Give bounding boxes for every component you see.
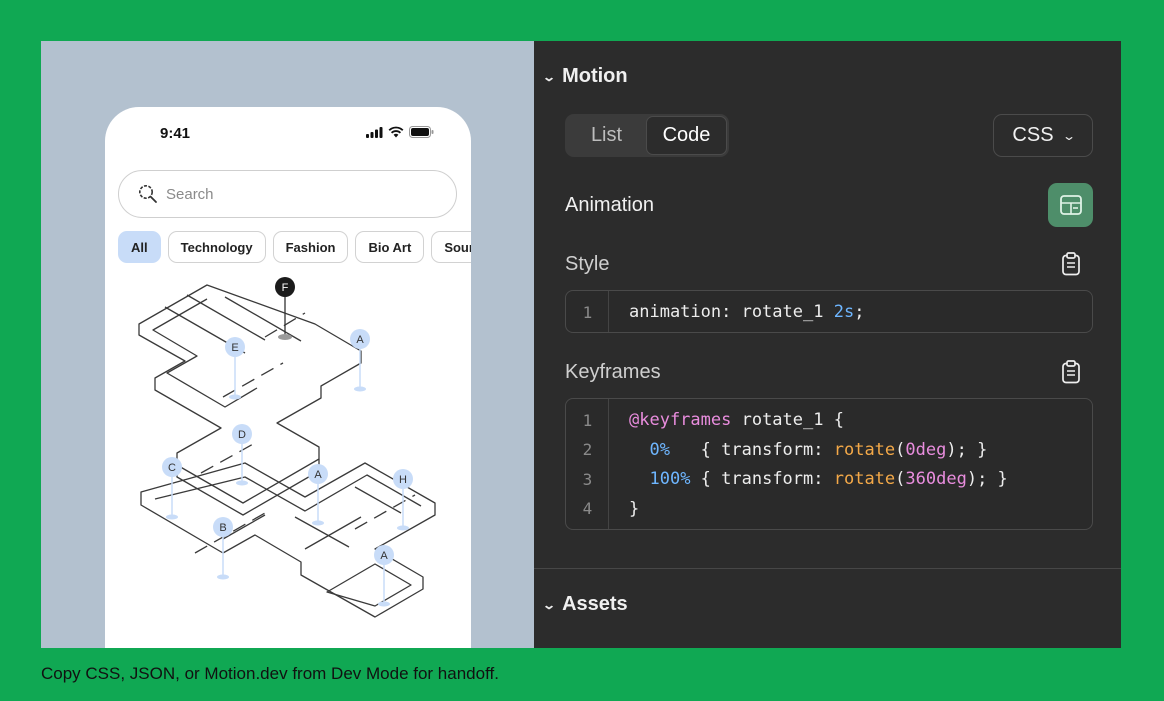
code-token: rotate (833, 469, 896, 489)
code-token: ); } (966, 469, 1008, 489)
pin-label: E (231, 342, 238, 354)
map-path (326, 563, 412, 607)
code-token: ( (895, 469, 906, 489)
code-line: 2 0% { transform: rotate(0deg); } (566, 435, 1092, 465)
view-toggle: List Code (565, 114, 729, 157)
animation-label: Animation (565, 194, 654, 216)
chip-sound[interactable]: Sound (431, 231, 471, 263)
style-label: Style (565, 253, 610, 275)
code-token: rotate_1 { (731, 410, 844, 430)
code-token: 0deg (905, 439, 947, 460)
preview-pane: 9:41 Search All Technology Fashion Bio A… (41, 41, 534, 648)
code-token: @keyframes (629, 410, 732, 430)
section-divider (534, 568, 1121, 569)
line-number: 4 (582, 499, 593, 518)
keyframes-code-block[interactable]: 1 @keyframes rotate_1 { 2 0% { transform: … (565, 398, 1093, 530)
pin-e[interactable]: E (225, 337, 245, 400)
code-token: 0% (649, 439, 670, 460)
pin-a[interactable]: A (308, 464, 328, 526)
dev-mode-panel: ⌄ Motion List Code CSS ⌄ Animation Style… (534, 41, 1121, 648)
map-path (154, 474, 422, 550)
search-placeholder: Search (166, 185, 214, 203)
isometric-map: F E A D C A H B A (138, 277, 436, 618)
pin-d[interactable]: D (232, 424, 252, 486)
code-line: 1 @keyframes rotate_1 { (566, 405, 1092, 435)
tab-list[interactable]: List (567, 116, 646, 155)
code-token: ); } (946, 439, 988, 460)
chip-all[interactable]: All (118, 231, 161, 263)
map-path (140, 462, 436, 618)
code-token: { transform: (690, 469, 834, 489)
motion-title: Motion (562, 65, 628, 87)
category-chips: All Technology Fashion Bio Art Sound (118, 231, 471, 263)
line-number: 1 (582, 410, 593, 430)
pin-label: H (399, 474, 407, 486)
chevron-down-icon: ⌄ (541, 597, 557, 612)
line-number: 1 (582, 302, 593, 322)
chevron-down-icon: ⌄ (1061, 128, 1076, 143)
code-token: } (629, 498, 640, 519)
code-line: 3 100% { transform: rotate(360deg); } (566, 464, 1092, 494)
battery-icon (409, 126, 434, 138)
code-token: 360deg (905, 469, 967, 489)
code-line: 4} (566, 494, 1092, 524)
pin-label: A (356, 334, 364, 346)
animation-preview-button[interactable] (1048, 183, 1093, 227)
language-value: CSS (1012, 124, 1054, 146)
code-text: 100% { transform: rotate(360deg); } (609, 469, 1008, 489)
status-time: 9:41 (160, 125, 191, 142)
line-number: 3 (582, 469, 593, 489)
style-code-block[interactable]: 1 animation: rotate_1 2s; (565, 290, 1093, 333)
search-icon (139, 185, 157, 203)
status-icons (366, 126, 434, 138)
language-select[interactable]: CSS ⌄ (993, 114, 1093, 157)
pin-a[interactable]: A (350, 329, 370, 392)
search-input[interactable]: Search (118, 170, 457, 218)
code-token: ; (854, 302, 865, 322)
code-token: { transform: (669, 439, 834, 460)
tab-code[interactable]: Code (646, 116, 727, 155)
chip-technology[interactable]: Technology (167, 231, 266, 263)
map-path (294, 486, 402, 548)
layout-icon (1059, 195, 1082, 215)
pin-label: D (238, 429, 246, 441)
chip-fashion[interactable]: Fashion (272, 231, 349, 263)
signal-icon (366, 126, 383, 138)
wifi-icon (388, 126, 404, 138)
pin-label: F (282, 282, 289, 294)
copy-clipboard-icon[interactable] (1061, 360, 1081, 384)
code-text: 0% { transform: rotate(0deg); } (609, 440, 987, 460)
line-number: 2 (582, 440, 593, 459)
motion-section-header[interactable]: ⌄ Motion (541, 65, 628, 88)
code-token: 2s (833, 302, 855, 322)
code-token: ( (895, 439, 906, 460)
phone-mockup: 9:41 Search All Technology Fashion Bio A… (105, 107, 471, 648)
pin-label: C (168, 462, 176, 474)
code-token: rotate (833, 439, 896, 460)
pin-label: B (219, 522, 226, 534)
code-token: animation: rotate_1 (629, 302, 834, 322)
pin-label: A (380, 550, 388, 562)
keyframes-label: Keyframes (565, 361, 661, 383)
copy-clipboard-icon[interactable] (1061, 252, 1081, 276)
code-token: 100% (649, 469, 691, 489)
caption: Copy CSS, JSON, or Motion.dev from Dev M… (41, 664, 499, 683)
assets-section-header[interactable]: ⌄ Assets (541, 593, 628, 616)
assets-title: Assets (562, 593, 628, 615)
code-text: @keyframes rotate_1 { (609, 410, 844, 430)
pin-label: A (314, 469, 322, 481)
chevron-down-icon: ⌄ (541, 69, 557, 84)
code-line: 1 animation: rotate_1 2s; (566, 297, 1092, 327)
pin-c[interactable]: C (162, 457, 182, 520)
chip-bio-art[interactable]: Bio Art (355, 231, 425, 263)
dev-mode-frame: 9:41 Search All Technology Fashion Bio A… (41, 41, 1121, 648)
pin-f[interactable]: F (275, 277, 295, 340)
code-text: } (609, 499, 639, 519)
code-text: animation: rotate_1 2s; (609, 302, 864, 322)
